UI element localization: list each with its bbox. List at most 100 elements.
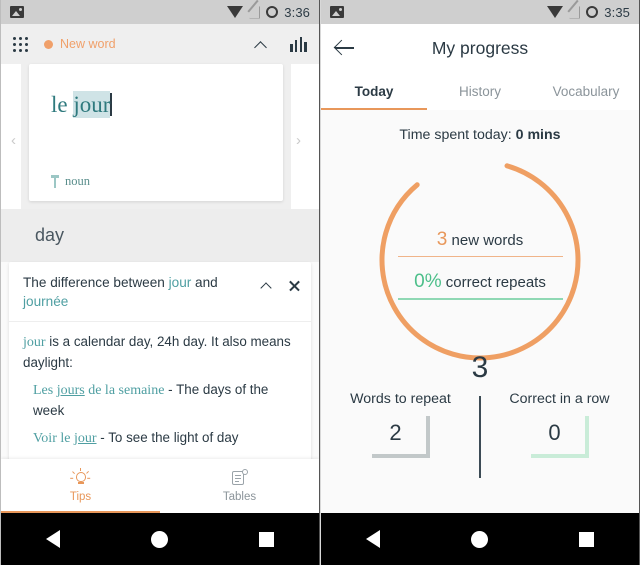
tips-title-word1: jour [168, 275, 192, 290]
correct-repeats-underline [397, 298, 563, 300]
tips-example-1: Les jours de la semaine - The days of th… [23, 380, 297, 421]
word-highlight[interactable]: jour [73, 91, 111, 118]
recents-square-icon[interactable] [578, 531, 594, 547]
example-2-english: To see the light of day [108, 430, 239, 446]
tips-title: The difference between jour and journée [23, 273, 261, 312]
time-spent-label: Time spent today: [399, 127, 516, 143]
recents-square-icon[interactable] [258, 531, 274, 547]
new-word-label: New word [60, 37, 116, 51]
battery-icon [586, 6, 599, 18]
word-card[interactable]: le jour noun [29, 64, 283, 201]
part-of-speech-label: noun [65, 174, 90, 188]
correct-in-a-row-label: Correct in a row [509, 391, 610, 407]
tips-header-actions [261, 273, 301, 292]
app-bar-left: New word [1, 24, 319, 64]
translation-text: day [35, 225, 65, 245]
tab-tips[interactable]: Tips [1, 459, 160, 513]
word-prefix: le [51, 92, 74, 117]
app-bar-right: My progress [321, 24, 639, 72]
time-spent-row: Time spent today: 0 mins [321, 110, 639, 143]
tips-title-pre: The difference between [23, 275, 169, 290]
tips-body-text: is a calendar day, 24h day. It also mean… [23, 333, 291, 371]
lightbulb-icon [70, 468, 91, 487]
home-circle-icon[interactable] [470, 530, 488, 548]
text-caret [110, 93, 112, 116]
tables-icon [231, 469, 248, 487]
stat-words-to-repeat: Words to repeat 2 [321, 390, 480, 459]
words-to-repeat-label: Words to repeat [350, 391, 451, 407]
tips-header: The difference between jour and journée [9, 262, 311, 322]
wifi-icon [227, 6, 244, 18]
tab-tables-label: Tables [222, 491, 257, 503]
words-to-repeat-bracket: 2 [371, 416, 430, 459]
correct-in-a-row-value: 0 [548, 420, 561, 446]
tips-title-mid: and [191, 275, 218, 290]
part-of-speech: noun [51, 174, 90, 189]
word-text[interactable]: le jour [51, 91, 283, 118]
status-bar-right-left-icons [330, 6, 547, 18]
time-spent-value: 0 mins [515, 127, 561, 143]
back-triangle-icon[interactable] [366, 530, 381, 548]
next-card[interactable]: › [291, 64, 319, 209]
tips-title-word2: journée [23, 294, 69, 310]
tips-example-2: Voir le jour - To see the light of day [23, 428, 297, 449]
home-circle-icon[interactable] [150, 530, 168, 548]
tab-today[interactable]: Today [321, 72, 427, 110]
tips-panel: The difference between jour and journée … [9, 262, 311, 463]
progress-tab-bar: Today History Vocabulary [321, 72, 639, 110]
chevron-up-icon[interactable] [261, 280, 273, 292]
bottom-tab-bar: Tips Tables [1, 459, 319, 513]
status-bar-right-right-icons: 3:35 [547, 5, 630, 20]
words-to-repeat-value: 2 [389, 420, 402, 446]
back-arrow-icon[interactable] [335, 38, 355, 58]
correct-repeats-stat: 0% correct repeats [375, 271, 585, 295]
no-signal-icon [249, 6, 260, 19]
stat-correct-in-a-row: Correct in a row 0 [480, 390, 639, 459]
example-1-fr-underlined: jours [56, 383, 85, 399]
example-2-fr-underlined: jour [73, 431, 97, 447]
new-words-underline [397, 256, 563, 258]
right-phone-screen: 3:35 My progress Today History Vocabular… [320, 0, 640, 565]
example-1-fr-post: de la semaine [84, 383, 165, 399]
photo-icon [330, 6, 344, 18]
new-word-status[interactable]: New word [44, 37, 255, 51]
close-icon[interactable] [288, 279, 301, 292]
new-words-label: new words [447, 232, 524, 249]
tab-tables[interactable]: Tables [160, 459, 319, 513]
chevron-right-icon[interactable]: › [296, 132, 301, 149]
example-1-sep: - [164, 382, 177, 398]
dual-screenshot: 3:36 New word ‹ le jour noun › day The d… [0, 0, 640, 565]
chevron-up-icon[interactable] [255, 38, 268, 51]
status-dot-icon [44, 39, 53, 49]
previous-card[interactable]: ‹ [1, 64, 21, 209]
tips-body: jour is a calendar day, 24h day. It also… [9, 322, 311, 463]
ring-center-total: 3 [471, 351, 489, 384]
status-bar-left-icons [10, 6, 227, 18]
back-triangle-icon[interactable] [46, 530, 61, 548]
status-bar-right-icons: 3:36 [227, 5, 310, 20]
grid-menu-icon[interactable] [13, 36, 28, 52]
example-1-fr-pre: Les [33, 383, 57, 399]
ring-stats: 3 new words 0% correct repeats [375, 229, 585, 314]
status-bar-left: 3:36 [1, 0, 319, 24]
tab-tips-label: Tips [69, 491, 92, 503]
progress-body: Time spent today: 0 mins 3 new words 0% … [321, 110, 639, 513]
tab-history[interactable]: History [427, 72, 533, 110]
example-2-fr-pre: Voir le [33, 431, 74, 447]
tips-paragraph: jour is a calendar day, 24h day. It also… [23, 332, 297, 374]
no-signal-icon [569, 6, 580, 19]
page-title: My progress [431, 37, 529, 58]
gender-marker-icon [51, 175, 59, 188]
android-nav-bar-right [321, 513, 639, 565]
tab-vocabulary[interactable]: Vocabulary [533, 72, 639, 110]
status-bar-time: 3:36 [284, 4, 310, 20]
bar-chart-icon[interactable] [290, 36, 307, 52]
left-phone-screen: 3:36 New word ‹ le jour noun › day The d… [0, 0, 320, 565]
example-2-sep: - [96, 430, 109, 446]
photo-icon [10, 6, 24, 18]
correct-repeats-label: correct repeats [441, 274, 546, 292]
status-bar-time: 3:35 [604, 4, 630, 20]
wifi-icon [547, 6, 564, 18]
chevron-left-icon[interactable]: ‹ [11, 132, 16, 149]
example-1-french: Les jours de la semaine [33, 383, 164, 398]
